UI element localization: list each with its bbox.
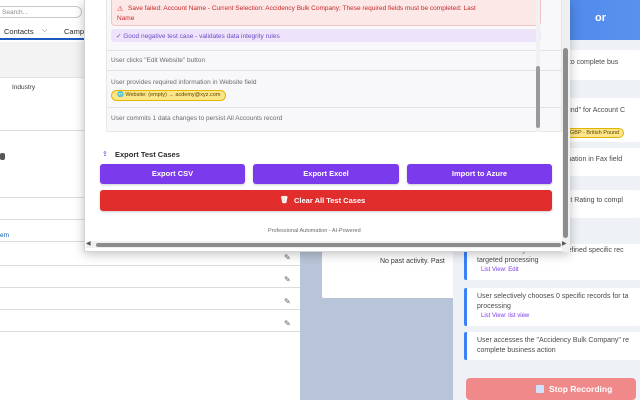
step-text: n to complete bus: [563, 59, 619, 66]
global-search-input[interactable]: Search...: [0, 6, 82, 18]
step-tag: List View: Edit: [481, 267, 519, 273]
error-message-text: Save failed: Account Name - Current Sele…: [128, 5, 476, 12]
stop-recording-label: Stop Recording: [549, 384, 613, 394]
step-text: User accesses the "Accidency Bulk Compan…: [477, 337, 630, 344]
step-tag: List View: list view: [481, 313, 530, 319]
clear-all-label: Clear All Test Cases: [294, 196, 366, 205]
test-step-text: User provides required information in We…: [111, 79, 257, 86]
edit-pencil-icon[interactable]: ✎: [284, 276, 292, 284]
step-text: targeted processing: [477, 257, 539, 264]
divider: [106, 50, 562, 51]
section-toggle-icon[interactable]: [0, 153, 5, 160]
error-message-text: Name: [117, 15, 135, 22]
export-excel-button[interactable]: Export Excel: [253, 164, 399, 184]
steps-scrollbar-thumb[interactable]: [536, 66, 540, 128]
step-text: ect Rating to compl: [563, 197, 623, 204]
search-placeholder: Search...: [2, 9, 29, 16]
step-text: processing: [477, 303, 511, 310]
scroll-right-icon[interactable]: ▶: [562, 240, 567, 247]
list-row: [0, 310, 300, 332]
industry-field-label: Industry: [12, 84, 36, 91]
recorded-step[interactable]: User accesses the "Accidency Bulk Compan…: [464, 332, 640, 360]
export-icon: ⇪: [102, 151, 108, 158]
field-change-badge: 🌐 Website: (empty) → acdemy@xyz.com: [111, 90, 227, 101]
step-text: ound" for Account C: [563, 107, 626, 114]
recorded-step[interactable]: User selectively chooses 0 specific reco…: [464, 288, 640, 326]
edit-pencil-icon[interactable]: ✎: [284, 254, 292, 262]
scroll-left-icon[interactable]: ◀: [86, 240, 91, 247]
export-csv-button[interactable]: Export CSV: [100, 164, 245, 184]
edit-pencil-icon[interactable]: ✎: [284, 298, 292, 306]
stop-recording-button[interactable]: Stop Recording: [466, 378, 636, 400]
test-step-text: User commits 1 data changes to persist A…: [111, 115, 283, 122]
recorder-title: or: [595, 12, 606, 24]
error-message-box: [111, 0, 541, 26]
step-text: rmation in Fax field: [563, 156, 623, 163]
trash-icon: 🗑: [280, 197, 289, 204]
list-row: [0, 288, 300, 310]
stop-icon: [536, 385, 544, 393]
divider: [106, 70, 562, 71]
clear-all-test-cases-button[interactable]: 🗑 Clear All Test Cases: [100, 190, 552, 211]
step-text: complete business action: [477, 347, 556, 354]
modal-scrollbar-thumb[interactable]: [563, 48, 568, 238]
no-activity-text: No past activity. Past: [380, 258, 445, 265]
step-text: User selectively chooses 0 specific reco…: [477, 293, 629, 300]
value-badge: GBP - British Pound: [565, 128, 625, 138]
validation-note-text: ✓ Good negative test case - validates da…: [116, 33, 280, 40]
edit-pencil-icon[interactable]: ✎: [284, 320, 292, 328]
nav-tab-campaigns[interactable]: Camp: [64, 27, 84, 36]
chevron-down-icon[interactable]: ⌵: [42, 27, 47, 35]
export-section-title: Export Test Cases: [115, 150, 180, 159]
test-step-text: User clicks "Edit Website" button: [111, 57, 206, 64]
divider: [106, 107, 562, 108]
nav-tab-contacts[interactable]: Contacts: [4, 27, 34, 36]
import-azure-button[interactable]: Import to Azure: [407, 164, 552, 184]
modal-footer-text: Professional Automation - AI-Powered: [268, 228, 361, 234]
list-row: [0, 266, 300, 288]
warning-icon: ⚠: [117, 6, 124, 13]
horizontal-scrollbar-thumb[interactable]: [96, 243, 561, 247]
record-link[interactable]: em: [0, 232, 9, 239]
